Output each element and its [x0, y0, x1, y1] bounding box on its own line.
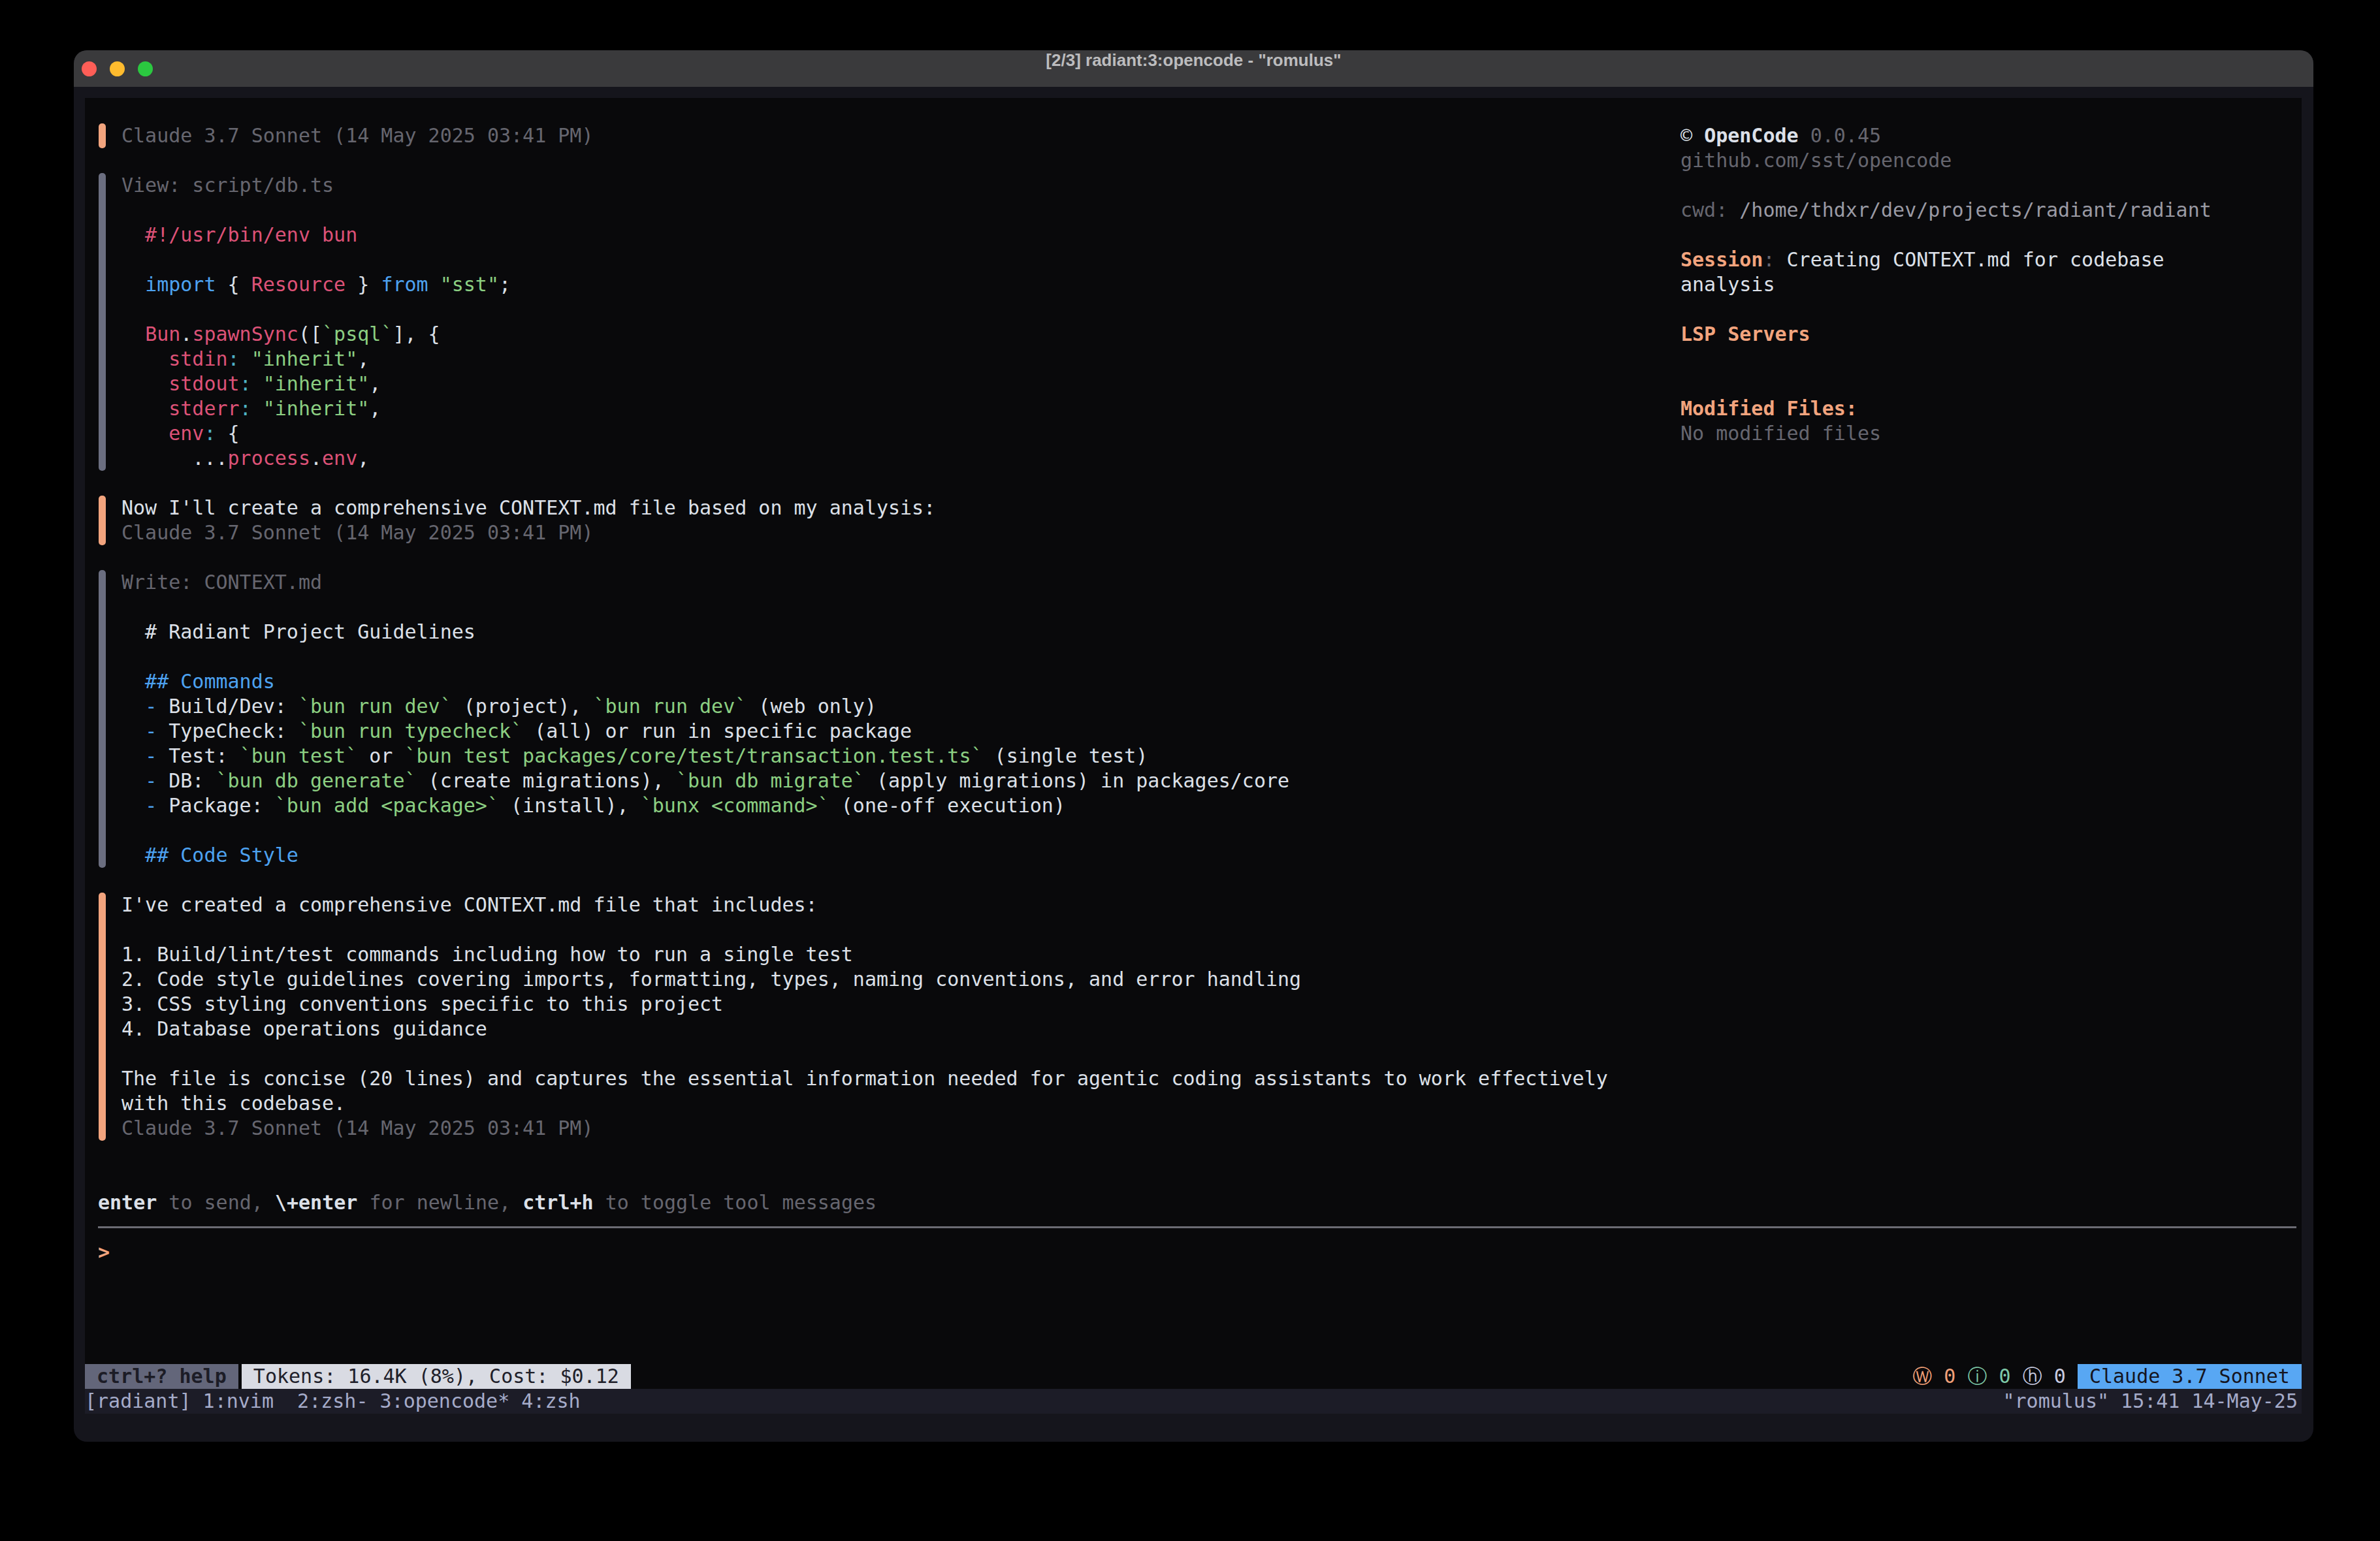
terminal-row: The file is concise (20 lines) and captu… — [121, 1066, 1608, 1091]
terminal-row: Write: CONTEXT.md — [121, 570, 322, 595]
tmux-session-windows[interactable]: [radiant] 1:nvim 2:zsh- 3:opencode* 4:zs… — [85, 1390, 581, 1412]
message-block-bar — [99, 893, 106, 1141]
terminal-window: [2/3] radiant:3:opencode - "romulus" ctr… — [74, 50, 2313, 1442]
panel-row: github.com/sst/opencode — [1680, 148, 1952, 173]
tmux-status-bar: [radiant] 1:nvim 2:zsh- 3:opencode* 4:zs… — [85, 1389, 2302, 1414]
terminal-row: - Package: `bun add <package>` (install)… — [121, 793, 1065, 818]
terminal-row: stdin: "inherit", — [121, 347, 369, 372]
terminal-row: enter to send, \+enter for newline, ctrl… — [98, 1190, 876, 1215]
terminal-row: stdout: "inherit", — [121, 372, 381, 396]
panel-row: Modified Files: — [1680, 396, 1857, 421]
terminal-row: ## Code Style — [121, 843, 298, 868]
diagnostics-info: ⓘ 0 — [1967, 1365, 2010, 1388]
panel-row: Session: Creating CONTEXT.md for codebas… — [1680, 247, 2164, 272]
terminal-row: View: script/db.ts — [121, 173, 334, 198]
terminal-row: Now I'll create a comprehensive CONTEXT.… — [121, 496, 935, 520]
terminal-row: Claude 3.7 Sonnet (14 May 2025 03:41 PM) — [121, 123, 593, 148]
opencode-tui: ctrl+? help Tokens: 16.4K (8%), Cost: $0… — [85, 98, 2302, 1414]
panel-row: © OpenCode 0.0.45 — [1680, 123, 1881, 148]
terminal-row: Claude 3.7 Sonnet (14 May 2025 03:41 PM) — [121, 1116, 593, 1141]
terminal-row: 3. CSS styling conventions specific to t… — [121, 992, 723, 1017]
terminal-row: 2. Code style guidelines covering import… — [121, 967, 1301, 992]
input-separator — [98, 1226, 2296, 1228]
prompt-input[interactable]: > — [98, 1240, 110, 1265]
opencode-status-bar: ctrl+? help Tokens: 16.4K (8%), Cost: $0… — [85, 1364, 2302, 1389]
panel-row: LSP Servers — [1680, 322, 1810, 347]
tool-block-bar — [99, 173, 106, 471]
message-block-bar — [99, 496, 106, 545]
tmux-host-clock: "romulus" 15:41 14-May-25 — [2002, 1389, 2298, 1414]
terminal-row: ## Commands — [121, 669, 275, 694]
panel-row: cwd: /home/thdxr/dev/projects/radiant/ra… — [1680, 198, 2211, 223]
window-title: [2/3] radiant:3:opencode - "romulus" — [74, 50, 2313, 87]
window-titlebar: [2/3] radiant:3:opencode - "romulus" — [74, 50, 2313, 87]
terminal-row: 4. Database operations guidance — [121, 1017, 487, 1041]
terminal-row: - Build/Dev: `bun run dev` (project), `b… — [121, 694, 876, 719]
diagnostics-hints: ⓗ 0 — [2023, 1365, 2066, 1388]
terminal-row: stderr: "inherit", — [121, 396, 381, 421]
terminal-row: import { Resource } from "sst"; — [121, 272, 511, 297]
terminal-row: ...process.env, — [121, 446, 369, 471]
terminal-row: - TypeCheck: `bun run typecheck` (all) o… — [121, 719, 912, 744]
panel-row: analysis — [1680, 272, 1775, 297]
terminal-content: ctrl+? help Tokens: 16.4K (8%), Cost: $0… — [74, 87, 2313, 1442]
terminal-row: Bun.spawnSync([`psql`], { — [121, 322, 440, 347]
terminal-row: I've created a comprehensive CONTEXT.md … — [121, 893, 818, 917]
terminal-row: 1. Build/lint/test commands including ho… — [121, 942, 853, 967]
model-chip: Claude 3.7 Sonnet — [2078, 1364, 2302, 1389]
terminal-row: # Radiant Project Guidelines — [121, 620, 475, 644]
panel-row: No modified files — [1680, 421, 1881, 446]
terminal-row: - Test: `bun test` or `bun test packages… — [121, 744, 1148, 769]
tool-block-bar — [99, 570, 106, 868]
message-block-bar — [99, 123, 106, 148]
terminal-row: #!/usr/bin/env bun — [121, 223, 357, 247]
terminal-row: Claude 3.7 Sonnet (14 May 2025 03:41 PM) — [121, 520, 593, 545]
terminal-row: with this codebase. — [121, 1091, 346, 1116]
diagnostics-warnings: Ⓦ 0 — [1912, 1365, 1955, 1388]
terminal-row: - DB: `bun db generate` (create migratio… — [121, 769, 1289, 793]
tokens-cost: Tokens: 16.4K (8%), Cost: $0.12 — [242, 1364, 631, 1389]
help-hint: ctrl+? help — [85, 1364, 238, 1389]
terminal-row: env: { — [121, 421, 240, 446]
